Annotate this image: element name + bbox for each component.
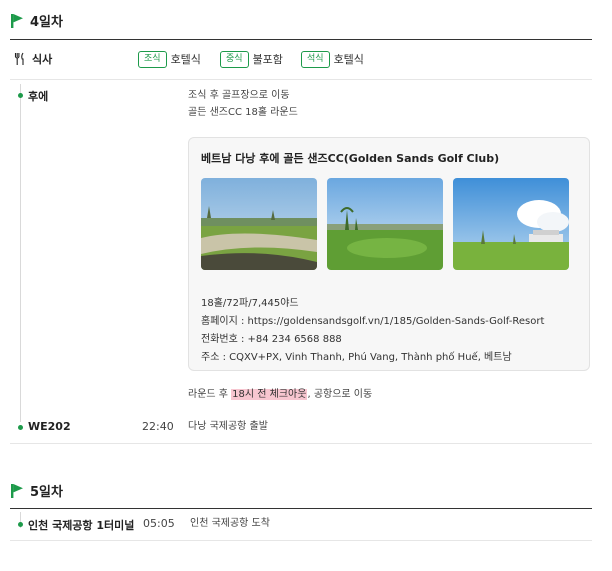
day4-end-divider: [10, 443, 592, 444]
flight-time: 22:40: [142, 420, 174, 433]
day4-divider: [10, 39, 592, 40]
dinner-badge: 석식: [301, 50, 330, 68]
arrival-location: 인천 국제공항 1터미널: [28, 519, 135, 532]
meal-dinner: 석식 호텔식: [301, 50, 364, 68]
golf-course-photo-3[interactable]: [453, 178, 569, 270]
meal-breakfast: 조식 호텔식: [138, 50, 201, 68]
timeline-line: [20, 84, 21, 422]
breakfast-badge: 조식: [138, 50, 167, 68]
fork-knife-icon: [14, 52, 24, 65]
flight-desc: 다낭 국제공항 출발: [188, 421, 268, 432]
day5-end-divider: [10, 540, 592, 541]
card-holes-info: 18홀/72파/7,445야드: [201, 298, 299, 309]
timeline-dot: [18, 522, 23, 527]
after-round-prefix: 라운드 후: [188, 389, 232, 400]
flag-icon: [11, 13, 23, 28]
golf-course-photo-1[interactable]: [201, 178, 317, 270]
day5-title: 5일차: [30, 485, 63, 500]
meal-divider: [10, 79, 592, 80]
lunch-value: 불포함: [252, 53, 283, 66]
arrival-time: 05:05: [143, 517, 175, 530]
golf-course-card[interactable]: 베트남 다낭 후에 골든 샌즈CC(Golden Sands Golf Club…: [188, 137, 590, 371]
meal-row: 식사: [14, 50, 52, 68]
card-address: 주소 : CQXV+PX, Vinh Thanh, Phú Vang, Thàn…: [201, 352, 512, 363]
dinner-value: 호텔식: [333, 53, 364, 66]
golf-course-photo-2[interactable]: [327, 178, 443, 270]
golf-photo-image-3: [453, 178, 569, 270]
afternoon-label: 후에: [28, 90, 49, 103]
card-title: 베트남 다낭 후에 골든 샌즈CC(Golden Sands Golf Club…: [201, 152, 500, 165]
meal-label: 식사: [32, 53, 53, 66]
day4-header: 4일차: [10, 11, 63, 30]
breakfast-value: 호텔식: [170, 53, 201, 66]
lunch-badge: 중식: [220, 50, 249, 68]
timeline-dot: [18, 93, 23, 98]
after-round-desc: 라운드 후 18시 전 체크아웃, 공항으로 이동: [188, 387, 372, 403]
day4-title: 4일차: [30, 15, 63, 30]
card-phone: 전화번호 : +84 234 6568 888: [201, 334, 342, 345]
card-homepage[interactable]: 홈페이지 : https://goldensandsgolf.vn/1/185/…: [201, 312, 544, 327]
flight-number: WE202: [28, 420, 71, 433]
day5-header: 5일차: [10, 481, 63, 500]
golf-photo-image-2: [327, 178, 443, 270]
after-round-suffix: , 공항으로 이동: [307, 389, 373, 400]
arrival-desc: 인천 국제공항 도착: [190, 518, 270, 529]
flag-icon: [11, 483, 23, 498]
afternoon-desc-2: 골든 샌즈CC 18홀 라운드: [188, 107, 298, 118]
day5-divider: [10, 508, 592, 509]
afternoon-desc-1: 조식 후 골프장으로 이동: [188, 90, 290, 101]
checkout-highlight: 18시 전 체크아웃: [231, 389, 308, 400]
meal-lunch: 중식 불포함: [220, 50, 283, 68]
timeline-dot: [18, 425, 23, 430]
golf-photo-image-1: [201, 178, 317, 270]
